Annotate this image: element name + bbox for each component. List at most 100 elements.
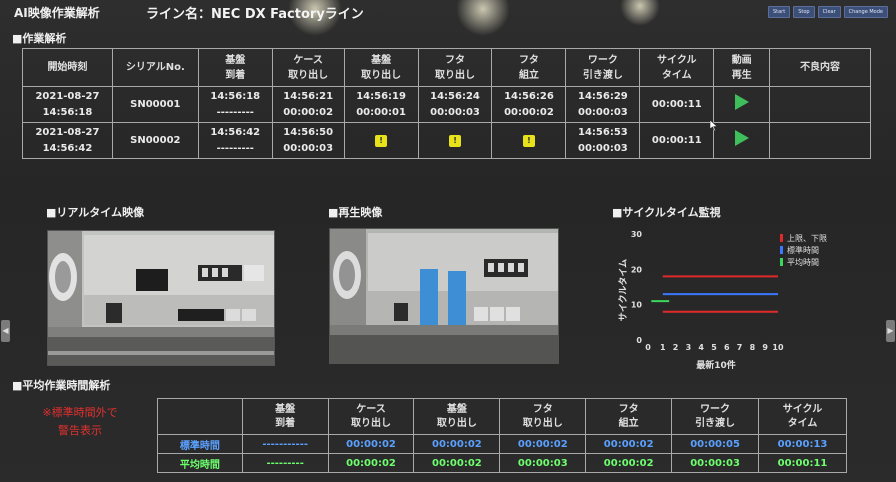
table-cell: 00:00:02 bbox=[327, 453, 415, 473]
play-icon[interactable] bbox=[734, 93, 749, 110]
cycle-time-chart: 0 10 20 30 1 2 3 4 5 6 7 8 9 10 0 サイクルタイム 最新10件 上限、下限 … bbox=[617, 230, 827, 371]
chart-y-label: サイクルタイム bbox=[617, 259, 629, 321]
column-header: 基盤 取り出し bbox=[413, 398, 501, 435]
column-header: 基盤 到着 bbox=[241, 398, 329, 435]
x-tick-label: 4 bbox=[698, 343, 704, 352]
column-header: ワーク 引き渡し bbox=[671, 398, 760, 435]
avg-analysis-title: ■平均作業時間解析 bbox=[12, 379, 111, 392]
clear-button[interactable]: Clear bbox=[817, 6, 841, 18]
chart-legend: 上限、下限 標準時間 平均時間 bbox=[780, 234, 827, 267]
cycle-monitor-title: ■サイクルタイム監視 bbox=[612, 206, 721, 219]
legend-standard: 標準時間 bbox=[787, 245, 819, 255]
lid-take-cell: 14:56:24 00:00:03 bbox=[417, 86, 493, 123]
x-tick-label: 1 bbox=[660, 343, 666, 352]
chart-x-label: 最新10件 bbox=[696, 359, 736, 371]
x-tick-label: 6 bbox=[724, 343, 730, 352]
table-cell: 00:00:02 bbox=[413, 434, 501, 454]
app-title: AI映像作業解析 bbox=[14, 6, 100, 20]
column-header: ケース 取り出し bbox=[271, 48, 345, 87]
y-tick-label: 20 bbox=[631, 265, 643, 274]
table-row[interactable]: 2021-08-27 14:56:42 SN00002 14:56:42 -----… bbox=[22, 122, 871, 159]
x-tick-label: 7 bbox=[737, 343, 743, 352]
table-header-row: 基盤 到着 ケース 取り出し 基盤 取り出し フタ 取り出し フタ 組立 ワーク 引き渡し … bbox=[157, 398, 847, 435]
playback-video-frame bbox=[330, 229, 558, 363]
column-header: 不良内容 bbox=[769, 48, 871, 87]
lid-assy-cell: 14:56:26 00:00:02 bbox=[491, 86, 567, 123]
average-time-row: 平均時間 --------- 00:00:02 00:00:02 00:00:0… bbox=[157, 453, 847, 473]
lid-take-cell: ! bbox=[417, 122, 493, 159]
legend-swatch-average bbox=[780, 258, 783, 266]
column-header: フタ 取り出し bbox=[417, 48, 493, 87]
app-header: AI映像作業解析 ライン名：NEC DX Factoryライン Start St… bbox=[0, 0, 896, 24]
y-tick-label: 30 bbox=[631, 230, 643, 239]
table-cell: --------- bbox=[241, 453, 329, 473]
board-cell: 14:56:19 00:00:01 bbox=[343, 86, 419, 123]
warning-icon: ! bbox=[375, 134, 388, 147]
handover-cell: 14:56:29 00:00:03 bbox=[565, 86, 641, 123]
table-cell: 00:00:02 bbox=[585, 434, 673, 454]
start-time-cell: 2021-08-27 14:56:42 bbox=[22, 122, 113, 159]
column-header: ワーク 引き渡し bbox=[565, 48, 641, 87]
stop-button[interactable]: Stop bbox=[793, 6, 815, 18]
x-tick-label: 2 bbox=[673, 343, 679, 352]
table-cell: 00:00:11 bbox=[758, 453, 847, 473]
scroll-left-arrow-icon[interactable]: ◀ bbox=[1, 320, 10, 342]
average-time-table: 基盤 到着 ケース 取り出し 基盤 取り出し フタ 取り出し フタ 組立 ワーク 引き渡し … bbox=[157, 398, 847, 473]
table-cell: 00:00:02 bbox=[413, 453, 501, 473]
defect-cell bbox=[769, 86, 871, 123]
start-time-cell: 2021-08-27 14:56:18 bbox=[22, 86, 113, 123]
realtime-video-title: ■リアルタイム映像 bbox=[46, 206, 145, 219]
row-label: 平均時間 bbox=[157, 453, 243, 473]
work-analysis-title: ■作業解析 bbox=[12, 32, 67, 45]
line-name: ライン名：NEC DX Factoryライン bbox=[146, 7, 364, 22]
table-row[interactable]: 2021-08-27 14:56:18 SN00001 14:56:18 -----… bbox=[22, 86, 871, 123]
table-cell: 00:00:02 bbox=[585, 453, 673, 473]
cycle-cell: 00:00:11 bbox=[639, 86, 715, 123]
row-label: 標準時間 bbox=[157, 434, 243, 454]
change-mode-button[interactable]: Change Mode bbox=[843, 6, 888, 18]
standard-time-row: 標準時間 ----------- 00:00:02 00:00:02 00:00… bbox=[157, 434, 847, 454]
handover-cell: 14:56:53 00:00:03 bbox=[565, 122, 641, 159]
warning-icon: ! bbox=[449, 134, 462, 147]
x-tick-label: 8 bbox=[750, 343, 756, 352]
serial-cell: SN00001 bbox=[111, 86, 199, 123]
warning-note-line: 警告表示 bbox=[58, 424, 102, 437]
warning-icon: ! bbox=[522, 134, 535, 147]
arrival-cell: 14:56:42 --------- bbox=[197, 122, 273, 159]
arrival-cell: 14:56:18 --------- bbox=[197, 86, 273, 123]
play-icon[interactable] bbox=[734, 129, 749, 146]
realtime-video[interactable] bbox=[47, 230, 275, 366]
header-buttons: Start Stop Clear Change Mode bbox=[767, 6, 888, 18]
mouse-cursor-icon bbox=[710, 120, 718, 131]
x-tick-label: 3 bbox=[686, 343, 692, 352]
case-cell: 14:56:21 00:00:02 bbox=[271, 86, 345, 123]
lid-assy-cell: ! bbox=[491, 122, 567, 159]
play-cell bbox=[713, 86, 771, 123]
table-cell: 00:00:02 bbox=[499, 434, 587, 454]
table-cell: 00:00:02 bbox=[327, 434, 415, 454]
legend-swatch-limits bbox=[780, 234, 783, 242]
table-header-row: 開始時刻 シリアルNo. 基盤 到着 ケース 取り出し 基盤 取り出し フタ 取り出し … bbox=[22, 48, 871, 87]
column-header: シリアルNo. bbox=[111, 48, 199, 87]
case-cell: 14:56:50 00:00:03 bbox=[271, 122, 345, 159]
serial-cell: SN00002 bbox=[111, 122, 199, 159]
x-tick-label: 5 bbox=[711, 343, 717, 352]
table-cell: 00:00:13 bbox=[758, 434, 847, 454]
column-header: 開始時刻 bbox=[22, 48, 113, 87]
x-tick-label: 9 bbox=[762, 343, 768, 352]
column-header: サイクル タイム bbox=[639, 48, 715, 87]
table-cell: 00:00:03 bbox=[671, 453, 760, 473]
table-cell: ----------- bbox=[241, 434, 329, 454]
scroll-right-arrow-icon[interactable]: ▶ bbox=[886, 320, 895, 342]
start-button[interactable]: Start bbox=[767, 6, 791, 18]
x-tick-label: 10 bbox=[772, 343, 784, 352]
column-header bbox=[157, 398, 243, 435]
playback-video-title: ■再生映像 bbox=[328, 206, 383, 219]
column-header: フタ 組立 bbox=[491, 48, 567, 87]
monitor-screen: AI映像作業解析 ライン名：NEC DX Factoryライン Start St… bbox=[0, 0, 896, 482]
playback-video[interactable] bbox=[329, 228, 559, 364]
play-cell bbox=[713, 122, 771, 159]
legend-swatch-standard bbox=[780, 246, 783, 254]
legend-average: 平均時間 bbox=[787, 257, 819, 267]
column-header: 動画 再生 bbox=[713, 48, 771, 87]
